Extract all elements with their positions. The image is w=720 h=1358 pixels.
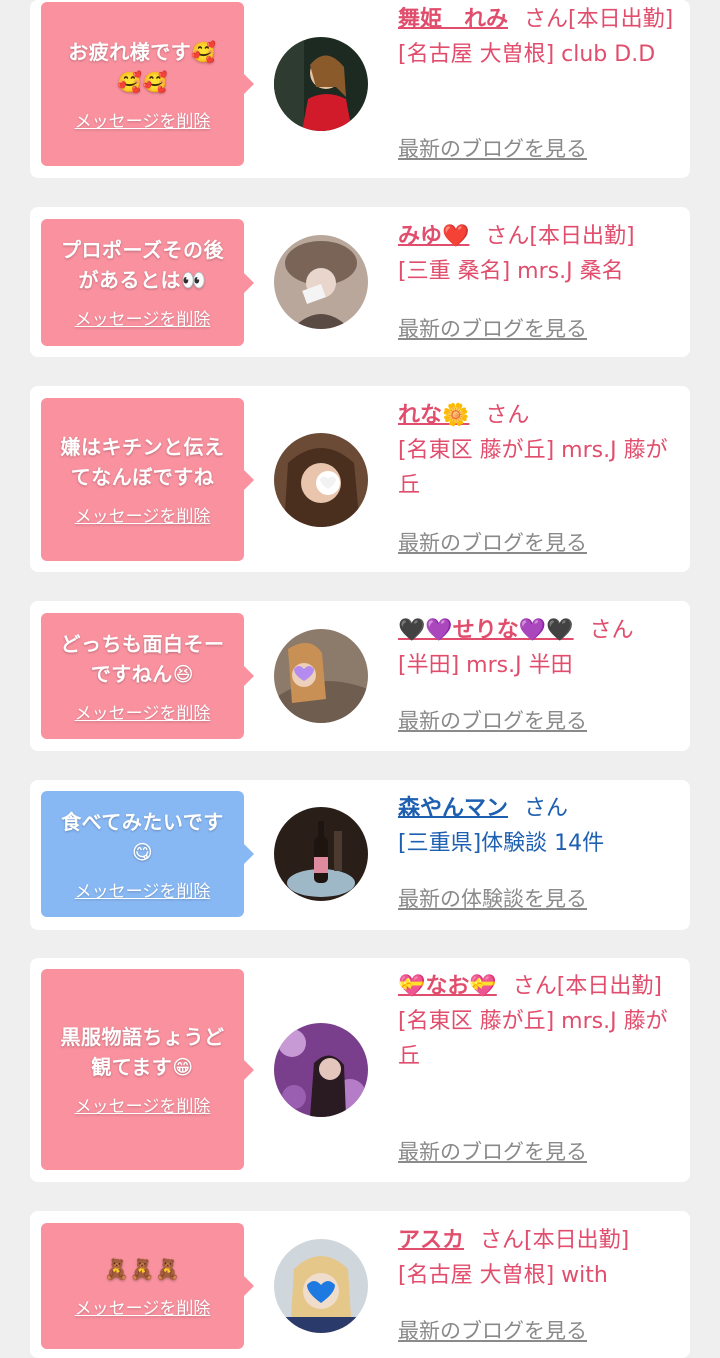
shop-info: [名東区 藤が丘] mrs.J 藤が丘 <box>398 1009 668 1069</box>
shop-info: [名古屋 大曽根] with <box>398 1263 608 1288</box>
avatar[interactable] <box>274 1023 368 1117</box>
avatar[interactable] <box>274 1239 368 1333</box>
cast-name-link[interactable]: れな🌼 <box>398 403 469 428</box>
message-bubble: どっちも面白そー ですねん😆 メッセージを削除 <box>41 613 254 739</box>
delete-message-link[interactable]: メッセージを削除 <box>75 305 211 330</box>
cast-name-link[interactable]: 舞姫 れみ <box>398 7 508 32</box>
message-card: 黒服物語ちょうど 観てます😁 メッセージを削除 💝なお💝 さん[本日出勤] [名東… <box>30 958 690 1182</box>
shop-info: [半田] mrs.J 半田 <box>398 653 573 678</box>
cast-info: アスカ さん[本日出勤] [名古屋 大曽根] with <box>398 1223 678 1293</box>
cast-name-link[interactable]: みゆ❤️ <box>398 224 469 249</box>
honorific: さん[本日出勤] <box>480 1228 630 1253</box>
honorific: さん <box>589 618 634 643</box>
delete-message-link[interactable]: メッセージを削除 <box>75 1092 211 1117</box>
shop-info: [三重 桑名] mrs.J 桑名 <box>398 259 624 284</box>
honorific: さん <box>485 403 530 428</box>
latest-blog-link[interactable]: 最新のブログを見る <box>398 133 587 163</box>
delete-message-link[interactable]: メッセージを削除 <box>75 107 211 132</box>
message-text: プロポーズその後 があるとは👀 <box>61 238 224 292</box>
cast-info: みゆ❤️ さん[本日出勤] [三重 桑名] mrs.J 桑名 <box>398 219 678 289</box>
honorific: さん[本日出勤] <box>512 974 662 999</box>
cast-info: 💝なお💝 さん[本日出勤] [名東区 藤が丘] mrs.J 藤が丘 <box>398 969 678 1074</box>
avatar[interactable] <box>274 37 368 131</box>
user-info: 森やんマン さん [三重県]体験談 14件 <box>398 791 678 861</box>
avatar[interactable] <box>274 235 368 329</box>
delete-message-link[interactable]: メッセージを削除 <box>75 699 211 724</box>
message-bubble: お疲れ様です🥰 🥰🥰 メッセージを削除 <box>41 2 254 166</box>
latest-review-link[interactable]: 最新の体験談を見る <box>398 883 587 913</box>
latest-blog-link[interactable]: 最新のブログを見る <box>398 313 587 343</box>
message-bubble: プロポーズその後 があるとは👀 メッセージを削除 <box>41 219 254 346</box>
avatar[interactable] <box>274 433 368 527</box>
avatar[interactable] <box>274 629 368 723</box>
honorific: さん[本日出勤] <box>524 7 674 32</box>
message-text: 黒服物語ちょうど 観てます😁 <box>60 1025 225 1079</box>
cast-info: 🖤💜せりな💜🖤 さん [半田] mrs.J 半田 <box>398 613 678 683</box>
message-card: 🧸🧸🧸 メッセージを削除 アスカ さん[本日出勤] [名古屋 大曽根] with … <box>30 1211 690 1358</box>
message-card: 食べてみたいです 😋 メッセージを削除 森やんマン さん [三重県]体験談 14件… <box>30 780 690 930</box>
honorific: さん <box>524 796 569 821</box>
message-text: どっちも面白そー ですねん😆 <box>60 631 225 686</box>
shop-info: [名東区 藤が丘] mrs.J 藤が丘 <box>398 438 668 498</box>
message-card: お疲れ様です🥰 🥰🥰 メッセージを削除 舞姫 れみ さん[本日出勤] [名古屋 大… <box>30 0 690 178</box>
delete-message-link[interactable]: メッセージを削除 <box>75 877 211 902</box>
cast-info: れな🌼 さん [名東区 藤が丘] mrs.J 藤が丘 <box>398 398 678 503</box>
latest-blog-link[interactable]: 最新のブログを見る <box>398 1136 587 1166</box>
message-card: 嫌はキチンと伝え てなんぼですね メッセージを削除 れな🌼 さん [名東区 藤が丘… <box>30 386 690 572</box>
honorific: さん[本日出勤] <box>485 224 635 249</box>
cast-name-link[interactable]: アスカ <box>398 1228 464 1253</box>
message-text: 食べてみたいです 😋 <box>61 809 224 864</box>
cast-name-link[interactable]: 💝なお💝 <box>398 974 497 999</box>
cast-name-link[interactable]: 🖤💜せりな💜🖤 <box>398 618 574 643</box>
message-bubble: 食べてみたいです 😋 メッセージを削除 <box>41 791 254 917</box>
latest-blog-link[interactable]: 最新のブログを見る <box>398 527 587 557</box>
cast-info: 舞姫 れみ さん[本日出勤] [名古屋 大曽根] club D.D <box>398 2 678 72</box>
review-info: [三重県]体験談 14件 <box>398 831 605 856</box>
user-name-link[interactable]: 森やんマン <box>398 796 508 821</box>
delete-message-link[interactable]: メッセージを削除 <box>75 1294 211 1319</box>
message-bubble: 嫌はキチンと伝え てなんぼですね メッセージを削除 <box>41 398 254 561</box>
message-text: 嫌はキチンと伝え てなんぼですね <box>60 435 225 489</box>
message-text: お疲れ様です🥰 🥰🥰 <box>68 39 217 94</box>
shop-info: [名古屋 大曽根] club D.D <box>398 42 656 67</box>
delete-message-link[interactable]: メッセージを削除 <box>75 502 211 527</box>
message-card: プロポーズその後 があるとは👀 メッセージを削除 みゆ❤️ さん[本日出勤] [三… <box>30 207 690 357</box>
message-bubble: 黒服物語ちょうど 観てます😁 メッセージを削除 <box>41 969 254 1170</box>
message-text: 🧸🧸🧸 <box>104 1256 181 1281</box>
latest-blog-link[interactable]: 最新のブログを見る <box>398 1315 587 1345</box>
latest-blog-link[interactable]: 最新のブログを見る <box>398 705 587 735</box>
message-card: どっちも面白そー ですねん😆 メッセージを削除 🖤💜せりな💜🖤 さん [半田] m… <box>30 601 690 751</box>
avatar[interactable] <box>274 807 368 901</box>
message-bubble: 🧸🧸🧸 メッセージを削除 <box>41 1223 254 1349</box>
